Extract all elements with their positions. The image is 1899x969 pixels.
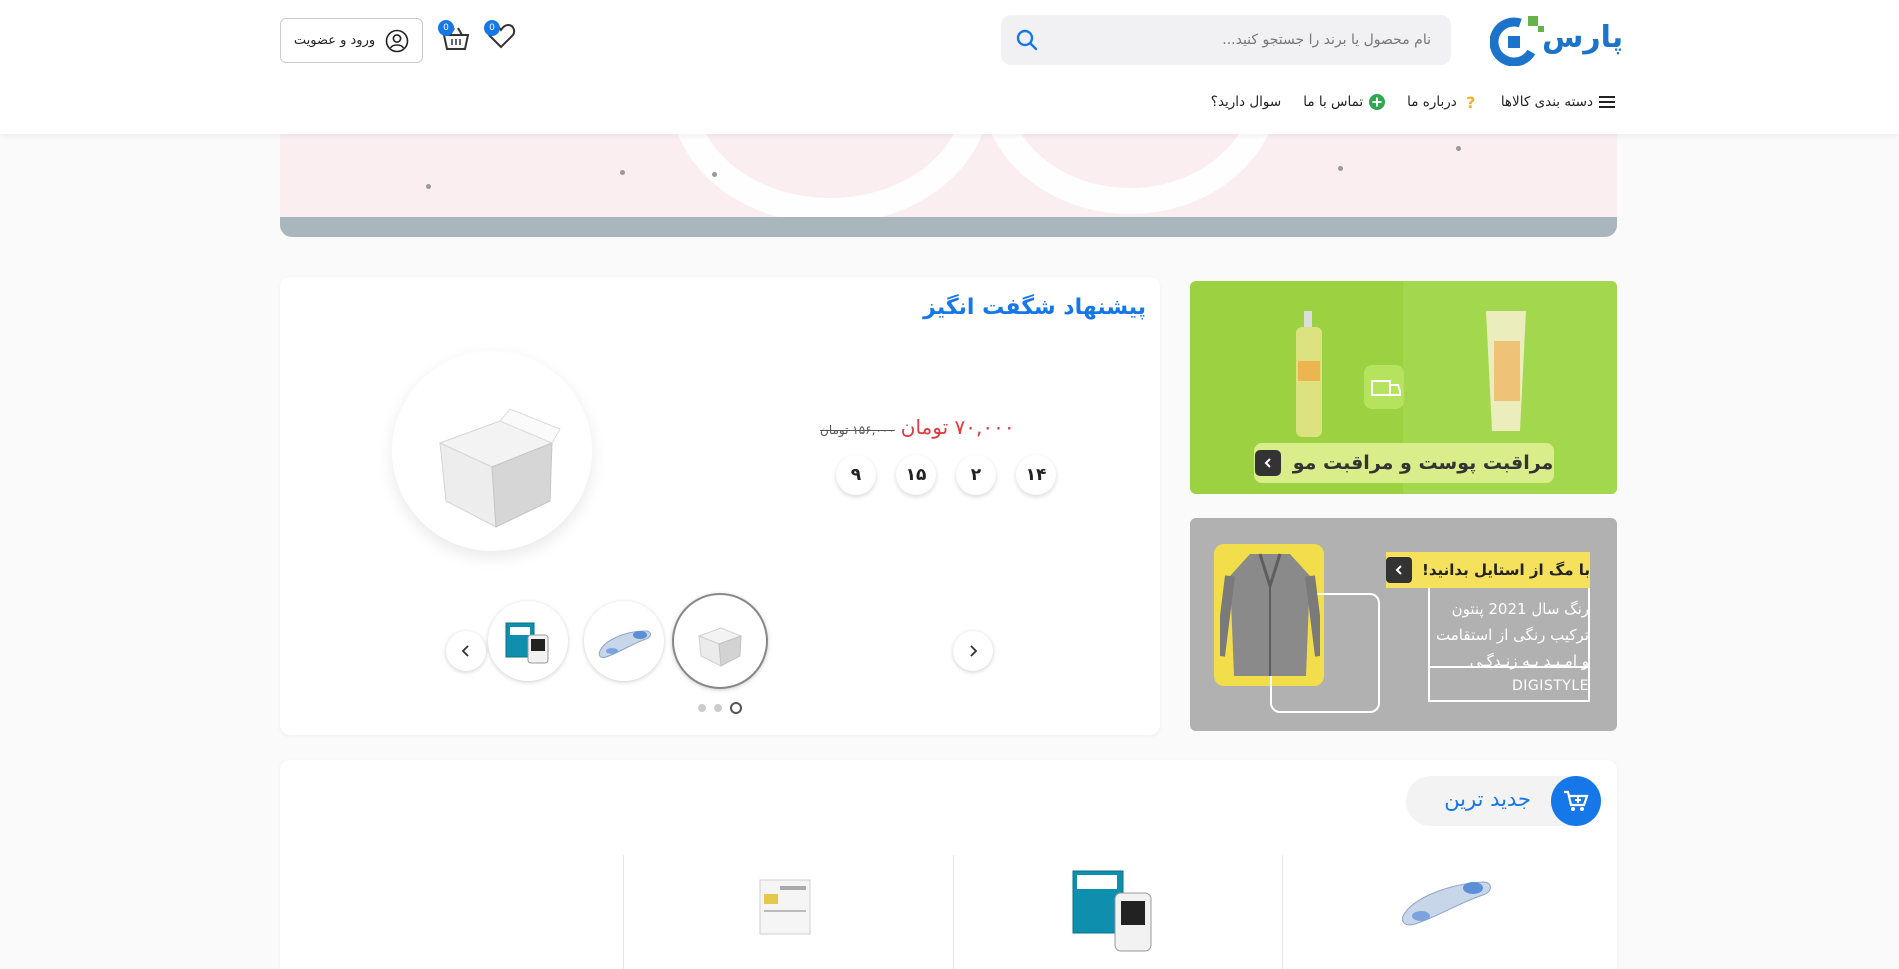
site-logo[interactable]: پارس <box>1489 10 1623 67</box>
box-product-icon <box>438 408 561 528</box>
chevron-right-icon <box>970 645 978 657</box>
login-label: ورود و عضویت <box>293 33 376 48</box>
chevron-left-icon <box>1386 557 1413 583</box>
offer-old-price: ۱۵۶,۰۰۰ تومان <box>820 423 895 437</box>
insole-icon <box>1402 881 1491 926</box>
banner-decoration <box>670 134 990 224</box>
search-icon[interactable] <box>1015 28 1039 52</box>
insole-thumb-icon <box>598 630 651 658</box>
offer-next-arrow[interactable] <box>953 631 993 671</box>
nav-faq-label: سوال دارید؟ <box>1210 94 1282 110</box>
skin-care-label: مراقبت پوست و مراقبت مو <box>1292 452 1554 474</box>
search-bar <box>1001 15 1451 65</box>
offer-new-price: ۷۰,۰۰۰ تومان <box>900 415 1015 439</box>
site-header: پارس 0 0 ورود و عضویت <box>0 0 1899 134</box>
digistyle-banner[interactable]: با مگ از استایل بدانید! رنگ سال 2021 پنت… <box>1190 518 1617 731</box>
newest-product-insole[interactable] <box>1390 860 1500 940</box>
coat-icon <box>1220 553 1320 676</box>
style-line: ترکیب رنگی از استقامت <box>1436 626 1589 644</box>
pager-dot[interactable] <box>698 704 706 712</box>
newest-product-box[interactable] <box>740 860 830 950</box>
style-head-label: با مگ از استایل بدانید! <box>1422 561 1590 579</box>
column-divider <box>1282 855 1283 969</box>
plus-circle-icon <box>1369 94 1386 110</box>
banner-dot <box>1338 166 1343 171</box>
pager-dot[interactable] <box>714 704 722 712</box>
chevron-left-icon <box>1254 450 1281 476</box>
countdown-cell: ۲ <box>956 455 996 495</box>
cosmetic-products-icon <box>1296 311 1526 437</box>
user-icon <box>385 29 409 52</box>
login-button[interactable]: ورود و عضویت <box>280 18 423 63</box>
newest-products-section: جدید ترین <box>280 760 1617 969</box>
wishlist-button[interactable]: 0 <box>484 20 516 50</box>
offer-thumb-glucometer[interactable] <box>488 601 568 681</box>
banner-dot <box>712 172 717 177</box>
offer-prev-arrow[interactable] <box>446 631 486 671</box>
banner-dot <box>620 170 625 175</box>
nav-faq[interactable]: سوال دارید؟ <box>1211 94 1281 110</box>
nav-about-label: درباره ما <box>1407 94 1457 110</box>
offer-price: ۷۰,۰۰۰ تومان ۱۵۶,۰۰۰ تومان <box>820 415 1015 439</box>
offer-product-image[interactable] <box>392 351 592 551</box>
question-icon: ? <box>1466 92 1476 112</box>
style-line: رنگ سال 2021 پنتون <box>1451 600 1589 618</box>
style-brand: DIGISTYLE <box>1511 678 1589 694</box>
cart-button[interactable]: 0 <box>438 20 471 52</box>
offer-title: پیشنهاد شگفت انگیز <box>923 295 1146 320</box>
newest-title: جدید ترین <box>1444 787 1531 811</box>
hero-slider[interactable] <box>280 134 1617 237</box>
offer-thumb-insole[interactable] <box>584 601 664 681</box>
column-divider <box>623 855 624 969</box>
banner-decoration <box>980 134 1280 214</box>
main-nav: دسته بندی کالاها ? درباره ما تماس با ما … <box>1211 92 1615 112</box>
countdown-cell: ۱۴ <box>1016 455 1056 495</box>
cart-count-badge: 0 <box>438 20 454 36</box>
newest-product-glucometer[interactable] <box>1060 854 1170 964</box>
chevron-left-icon <box>461 645 469 657</box>
countdown-cell: ۹ <box>836 455 876 495</box>
offer-pager <box>698 702 742 714</box>
box-thumb-icon <box>697 627 743 667</box>
nav-contact-label: تماس با ما <box>1303 94 1364 110</box>
nav-categories-label: دسته بندی کالاها <box>1500 94 1593 110</box>
medicine-box-icon <box>759 879 811 935</box>
skin-hair-care-banner[interactable]: مراقبت پوست و مراقبت مو <box>1190 281 1617 494</box>
glucometer-thumb-icon <box>505 622 549 664</box>
nav-contact[interactable]: تماس با ما <box>1303 94 1386 110</box>
hamburger-icon <box>1599 94 1615 110</box>
newest-title-pill: جدید ترین <box>1406 776 1601 826</box>
logo-text: پارس <box>1542 20 1624 55</box>
nav-categories[interactable]: دسته بندی کالاها <box>1501 94 1615 110</box>
search-input[interactable] <box>1061 15 1431 65</box>
pager-dot-active[interactable] <box>730 702 742 714</box>
offer-countdown: ۹ ۱۵ ۲ ۱۴ <box>836 455 1056 495</box>
wishlist-count-badge: 0 <box>484 20 500 36</box>
nav-about[interactable]: ? درباره ما <box>1407 92 1479 112</box>
style-text: رنگ سال 2021 پنتون ترکیب رنگی از استقامت… <box>1436 596 1589 674</box>
glucometer-icon <box>1072 870 1152 952</box>
banner-bottom-bar <box>280 217 1617 237</box>
column-divider <box>953 855 954 969</box>
style-head-box: با مگ از استایل بدانید! <box>1386 552 1590 588</box>
banner-dot <box>426 184 431 189</box>
skin-care-label-box[interactable]: مراقبت پوست و مراقبت مو <box>1254 443 1554 483</box>
banner-dot <box>1456 146 1461 151</box>
cart-plus-icon <box>1551 776 1601 826</box>
countdown-cell: ۱۵ <box>896 455 936 495</box>
offer-thumb-box[interactable] <box>672 593 768 689</box>
amazing-offer-section: پیشنهاد شگفت انگیز ۷۰,۰۰۰ تومان ۱۵۶,۰۰۰ … <box>280 277 1160 735</box>
